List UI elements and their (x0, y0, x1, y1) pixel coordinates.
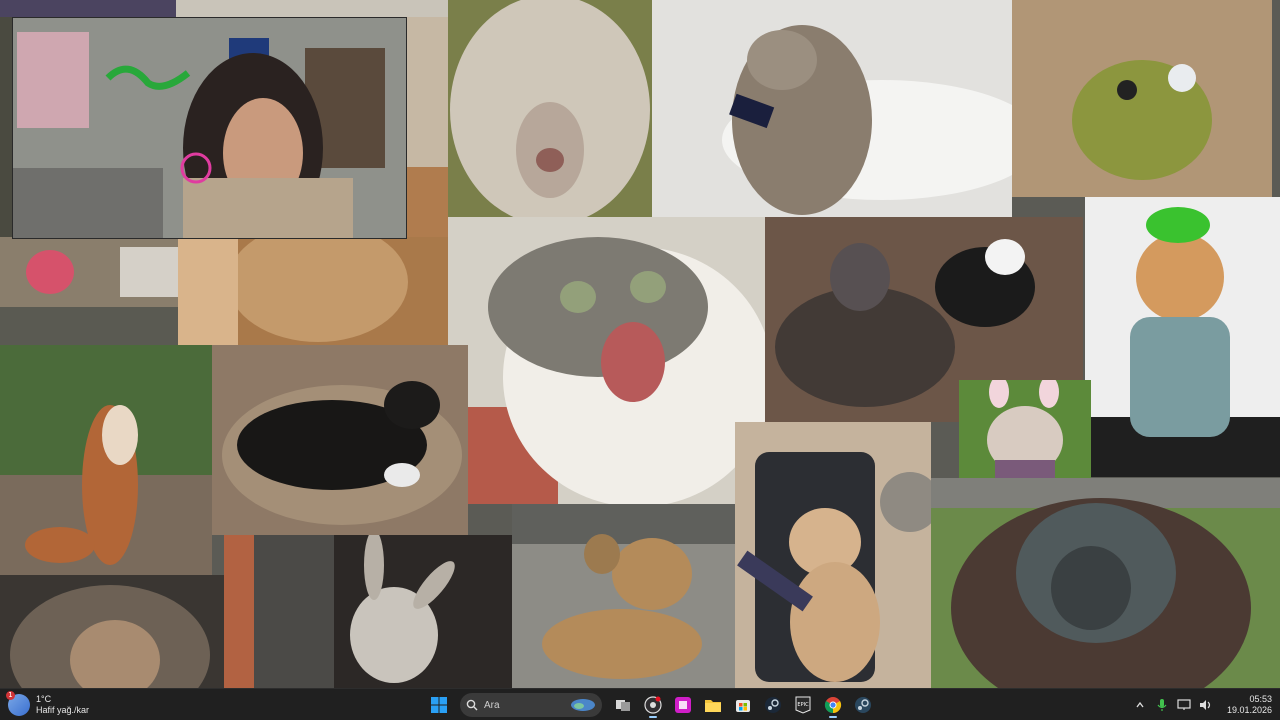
steam-icon (855, 697, 871, 713)
street-dogs-photo (512, 504, 735, 688)
microphone-icon[interactable] (1153, 696, 1171, 714)
steam-2-button[interactable] (850, 692, 876, 718)
bench-photo (0, 307, 178, 345)
system-tray: 05:53 19.01.2026 (1129, 692, 1272, 718)
notification-badge: 1 (6, 691, 15, 700)
epic-games-icon: EPIC (795, 696, 811, 714)
weather-desc: Hafif yağ./kar (36, 705, 90, 715)
clock-time: 05:53 (1249, 694, 1272, 704)
store-icon (736, 700, 750, 712)
file-explorer-button[interactable] (700, 692, 726, 718)
fluffy-animal-photo (178, 237, 448, 345)
webcam-overlay (12, 17, 407, 239)
top-strip-photo (0, 0, 448, 17)
weather-temp: 1°C (36, 694, 52, 704)
taskbar: 1 1°C Hafif yağ./kar Ara EPIC 05:53 19.0… (0, 688, 1280, 720)
squirrel-photo (0, 345, 212, 575)
network-icon[interactable] (1175, 696, 1193, 714)
task-view-button[interactable] (610, 692, 636, 718)
gamer-cat-photo (735, 422, 931, 688)
windows-logo-icon (431, 697, 447, 713)
left-strip-photo (0, 17, 12, 237)
task-view-icon (616, 700, 630, 711)
pink-toy-photo (0, 237, 178, 307)
folder-icon (705, 700, 721, 712)
search-placeholder: Ara (484, 699, 500, 711)
volume-icon[interactable] (1197, 696, 1215, 714)
steam-icon (765, 697, 781, 713)
search-icon (466, 699, 478, 711)
weather-icon: 1 (6, 691, 30, 716)
frog-photo (1012, 0, 1272, 197)
taskbar-apps: Ara EPIC (424, 692, 878, 718)
orangutan-photo (931, 478, 1280, 688)
black-dog-photo (212, 345, 468, 535)
chrome-button[interactable] (820, 692, 846, 718)
toilet-cat-photo (652, 0, 1012, 217)
obs-button[interactable] (640, 692, 666, 718)
search-box[interactable]: Ara (460, 693, 602, 717)
right-strip-photo (405, 17, 448, 237)
green-hat-cat-photo (1085, 197, 1280, 477)
store-button[interactable] (730, 692, 756, 718)
clock[interactable]: 05:53 19.01.2026 (1227, 694, 1272, 716)
chrome-icon (824, 697, 842, 714)
chevron-up-icon[interactable] (1131, 696, 1149, 714)
start-button[interactable] (426, 692, 452, 718)
epic-button[interactable]: EPIC (790, 692, 816, 718)
app-icon (675, 697, 691, 713)
svg-text:EPIC: EPIC (797, 702, 809, 708)
clock-date: 19.01.2026 (1226, 705, 1272, 715)
bunny-ears-dog-photo (959, 380, 1091, 478)
donkey-photo (224, 535, 512, 688)
sheep-photo (448, 0, 652, 217)
monkey-photo (0, 575, 224, 688)
steam-button[interactable] (760, 692, 786, 718)
obs-icon (644, 696, 662, 714)
desktop-wallpaper (0, 0, 1280, 688)
shocked-cat-photo (448, 217, 765, 504)
app-pink-button[interactable] (670, 692, 696, 718)
weather-widget[interactable]: 1 1°C Hafif yağ./kar (6, 691, 90, 718)
search-highlight-icon (571, 699, 595, 711)
